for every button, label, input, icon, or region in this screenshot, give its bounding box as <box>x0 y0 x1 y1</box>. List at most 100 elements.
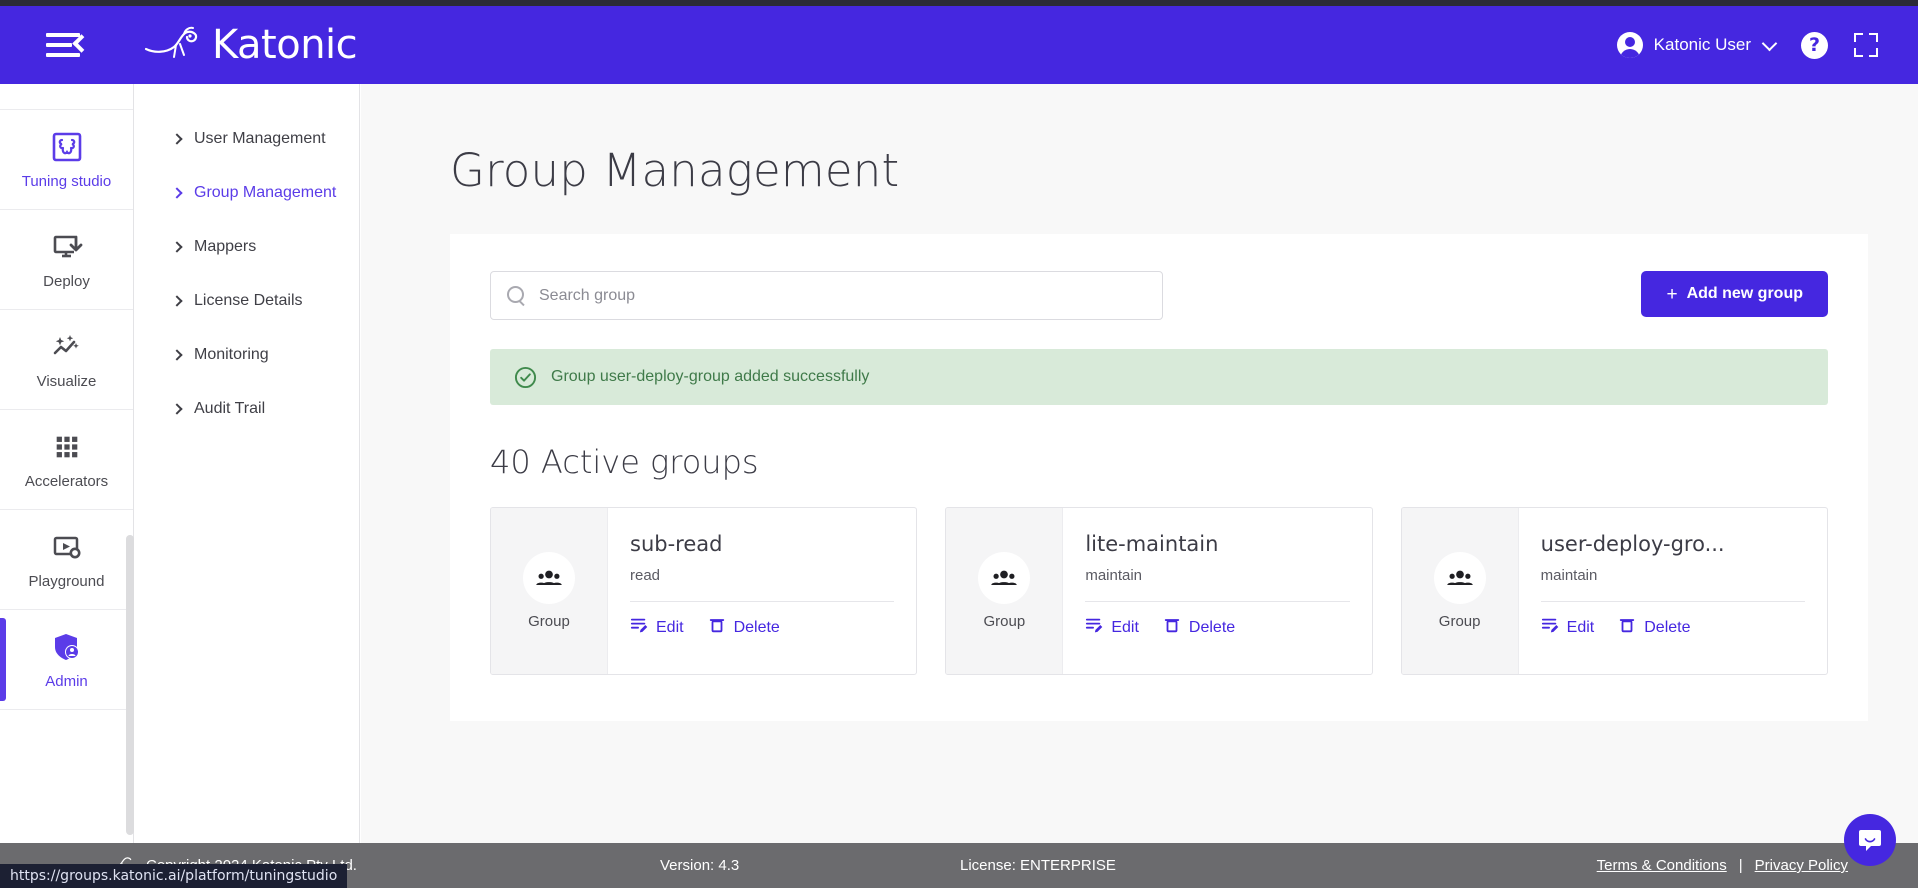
group-role: maintain <box>1540 567 1598 584</box>
rail-item-admin[interactable]: Admin <box>0 610 133 710</box>
page-title: Group Management <box>450 144 900 197</box>
edit-group-button[interactable]: Edit <box>1085 616 1139 639</box>
group-card[interactable]: Group user-deploy-gro... maintain Edit D… <box>1400 507 1828 675</box>
divider <box>1540 601 1805 602</box>
rail-label: Accelerators <box>24 472 109 490</box>
rail-label: Admin <box>45 672 88 690</box>
sidebar-item-audit-trail[interactable]: Audit Trail <box>135 382 359 436</box>
rail-item-accelerators[interactable]: Accelerators <box>0 410 133 510</box>
group-name: lite-maintain <box>1085 532 1219 556</box>
brand-wordmark: Katonic <box>212 22 358 68</box>
sidebar-item-label: License Details <box>194 292 303 309</box>
chevron-down-icon <box>1761 35 1778 51</box>
footer-license: License: ENTERPRISE <box>960 857 1116 874</box>
question-mark-icon[interactable]: ? <box>1801 31 1828 59</box>
delete-label: Delete <box>1188 618 1236 636</box>
trash-icon <box>1163 616 1181 639</box>
sidebar-item-license-details[interactable]: License Details <box>135 274 359 328</box>
sidebar-item-label: Monitoring <box>194 346 269 363</box>
group-name: sub-read <box>630 532 723 556</box>
group-name: user-deploy-gro... <box>1540 532 1725 556</box>
chevron-right-icon <box>171 187 183 199</box>
chevron-right-icon <box>171 133 183 145</box>
add-new-group-button[interactable]: + Add new group <box>1641 271 1828 317</box>
edit-lines-icon <box>630 616 648 639</box>
main-content: Group Management + Add new group Group u… <box>361 84 1918 843</box>
group-people-icon <box>1433 552 1486 604</box>
groups-panel: + Add new group Group user-deploy-group … <box>450 234 1868 721</box>
edit-label: Edit <box>1566 618 1595 636</box>
rail-item-tuning-studio[interactable]: Tuning studio <box>0 110 133 210</box>
rail-item-playground[interactable]: Playground <box>0 510 133 610</box>
sparkle-chart-icon <box>50 330 84 364</box>
check-circle-icon <box>514 366 537 389</box>
sidebar-item-group-management[interactable]: Group Management <box>135 166 359 220</box>
search-icon <box>507 286 526 305</box>
active-indicator <box>0 618 6 701</box>
puzzle-icon <box>50 130 84 164</box>
divider <box>1085 601 1350 602</box>
chevron-right-icon <box>171 295 183 307</box>
chat-bubble-icon[interactable] <box>1844 814 1896 866</box>
group-card[interactable]: Group sub-read read Edit Delete <box>490 507 918 675</box>
delete-label: Delete <box>1644 618 1691 636</box>
primary-icon-rail: Tuning studio Deploy Visualize Accelerat… <box>0 84 134 843</box>
sidebar-item-label: Group Management <box>194 184 337 201</box>
user-menu[interactable]: Katonic User <box>1616 32 1778 58</box>
trash-icon <box>1618 616 1636 639</box>
secondary-nav: User Management Group Management Mappers… <box>135 84 360 843</box>
chevron-right-icon <box>171 241 183 253</box>
footer-version: Version: 4.3 <box>660 857 740 874</box>
hamburger-collapse-icon[interactable] <box>46 30 91 60</box>
add-new-group-label: Add new group <box>1686 285 1803 302</box>
shield-user-icon <box>50 630 84 664</box>
rail-item-deploy[interactable]: Deploy <box>0 210 133 310</box>
active-groups-count: 40 Active groups <box>490 443 759 481</box>
group-card-avatar-section: Group <box>1401 508 1519 674</box>
sidebar-item-mappers[interactable]: Mappers <box>135 220 359 274</box>
sidebar-item-monitoring[interactable]: Monitoring <box>135 328 359 382</box>
privacy-policy-link[interactable]: Privacy Policy <box>1755 857 1848 874</box>
delete-group-button[interactable]: Delete <box>708 616 780 639</box>
chevron-right-icon <box>171 349 183 361</box>
app-header: Katonic Katonic User ? <box>0 6 1918 84</box>
brand-logo[interactable]: Katonic <box>140 22 358 68</box>
group-people-icon <box>523 552 575 604</box>
rail-item-visualize[interactable]: Visualize <box>0 310 133 410</box>
delete-group-button[interactable]: Delete <box>1163 616 1235 639</box>
group-card-avatar-section: Group <box>491 508 608 674</box>
success-alert: Group user-deploy-group added successful… <box>490 349 1828 405</box>
edit-group-button[interactable]: Edit <box>1541 616 1595 639</box>
footer-separator: | <box>1738 857 1743 874</box>
search-input[interactable] <box>539 286 1146 305</box>
edit-label: Edit <box>1111 618 1139 636</box>
status-bar-url: https://groups.katonic.ai/platform/tunin… <box>0 864 348 888</box>
rail-label: Playground <box>28 572 105 590</box>
edit-group-button[interactable]: Edit <box>630 616 684 639</box>
search-group-box[interactable] <box>490 271 1163 320</box>
rail-label: Deploy <box>43 272 90 290</box>
rail-spacer <box>0 84 133 110</box>
group-card-list: Group sub-read read Edit Delete Group li… <box>490 507 1828 675</box>
deploy-download-icon <box>50 230 84 264</box>
group-card[interactable]: Group lite-maintain maintain Edit Delete <box>945 507 1373 675</box>
group-card-avatar-section: Group <box>946 508 1064 674</box>
fullscreen-icon[interactable] <box>1854 33 1878 57</box>
divider <box>630 601 895 602</box>
group-type-label: Group <box>983 613 1026 630</box>
sidebar-scrollbar-thumb[interactable] <box>126 535 134 835</box>
rail-label: Tuning studio <box>21 172 112 190</box>
play-gear-icon <box>50 530 84 564</box>
group-people-icon <box>978 552 1031 604</box>
kangaroo-logo-icon <box>140 23 204 67</box>
edit-lines-icon <box>1085 616 1103 639</box>
plus-icon: + <box>1666 283 1678 305</box>
delete-group-button[interactable]: Delete <box>1618 616 1690 639</box>
sidebar-item-label: Audit Trail <box>194 400 266 417</box>
sidebar-item-user-management[interactable]: User Management <box>135 112 359 166</box>
edit-lines-icon <box>1541 616 1559 639</box>
group-type-label: Group <box>1438 613 1481 630</box>
chevron-right-icon <box>171 403 183 415</box>
terms-and-conditions-link[interactable]: Terms & Conditions <box>1597 857 1727 874</box>
group-role: maintain <box>1085 567 1143 584</box>
